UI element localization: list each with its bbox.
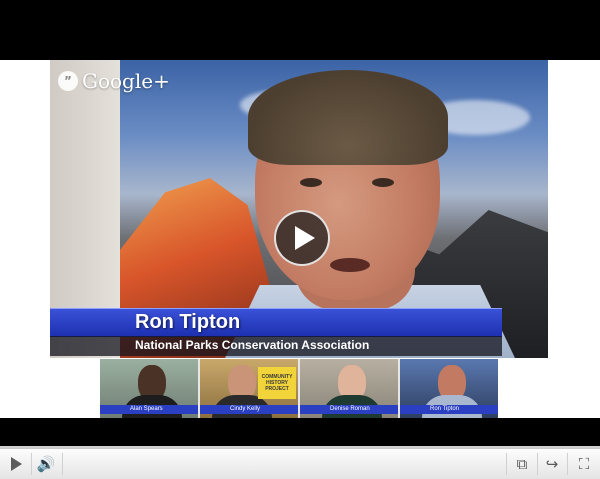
speaker-hair bbox=[248, 70, 448, 165]
divider bbox=[506, 453, 507, 475]
play-icon[interactable] bbox=[0, 449, 30, 479]
participant-name: Alan Spears bbox=[100, 405, 198, 414]
participant-thumbnail[interactable]: Ron Tipton bbox=[400, 359, 498, 418]
brand-label: Google+ bbox=[82, 69, 170, 93]
participant-thumbnail[interactable]: Alan Spears bbox=[100, 359, 198, 418]
speaker-name: Ron Tipton bbox=[135, 311, 241, 333]
divider bbox=[567, 453, 568, 475]
organization-banner: National Parks Conservation Association bbox=[50, 336, 502, 356]
speaker-icon[interactable]: 🔊 bbox=[32, 449, 60, 479]
participant-thumbnail[interactable]: Denise Roman bbox=[300, 359, 398, 418]
play-overlay-button[interactable] bbox=[274, 210, 330, 266]
control-bar: 🔊 ⧉ ↪ ⛶ bbox=[0, 448, 600, 479]
popout-icon[interactable]: ⧉ bbox=[508, 449, 536, 479]
share-icon[interactable]: ↪ bbox=[538, 449, 566, 479]
fullscreen-icon[interactable]: ⛶ bbox=[570, 449, 598, 479]
speaker-mouth bbox=[330, 258, 370, 272]
name-banner: Ron Tipton bbox=[50, 308, 502, 337]
participant-thumbnail[interactable]: COMMUNITY HISTORY PROJECT Cindy Kelly bbox=[200, 359, 298, 418]
video-area[interactable]: ” Google+ Ron Tipton National Parks Cons… bbox=[0, 60, 600, 418]
speaker-eye-right bbox=[372, 178, 394, 187]
google-plus-logo: ” Google+ bbox=[58, 68, 170, 94]
participant-strip: Alan Spears COMMUNITY HISTORY PROJECT Ci… bbox=[100, 359, 498, 418]
participant-name: Cindy Kelly bbox=[200, 405, 298, 414]
speaker-eye-left bbox=[300, 178, 322, 187]
participant-sign: COMMUNITY HISTORY PROJECT bbox=[258, 367, 296, 399]
participant-name: Ron Tipton bbox=[400, 405, 498, 414]
video-player: ” Google+ Ron Tipton National Parks Cons… bbox=[0, 0, 600, 479]
main-video-frame[interactable]: ” Google+ Ron Tipton National Parks Cons… bbox=[50, 60, 548, 358]
hangout-icon: ” bbox=[58, 71, 78, 91]
divider bbox=[62, 453, 63, 475]
speaker-organization: National Parks Conservation Association bbox=[135, 338, 370, 352]
participant-name: Denise Roman bbox=[300, 405, 398, 414]
